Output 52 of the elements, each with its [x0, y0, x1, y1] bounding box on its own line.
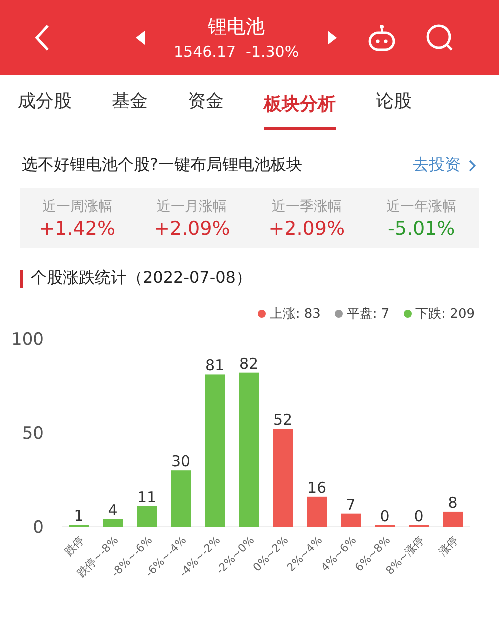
return-value: -5.01%	[388, 218, 456, 240]
y-tick-label: 50	[22, 424, 44, 444]
return-label: 近一季涨幅	[272, 198, 342, 216]
bar-value-label: 11	[137, 488, 157, 506]
return-value: +2.09%	[154, 218, 230, 240]
bar-value-label: 0	[414, 508, 424, 526]
chevron-right-icon[interactable]	[469, 160, 477, 172]
next-icon[interactable]	[327, 30, 338, 44]
bar	[171, 470, 191, 527]
promo-text: 选不好锂电池个股?一键布局锂电池板块	[22, 155, 304, 176]
tab[interactable]: 基金	[112, 79, 148, 127]
index-change: -1.30%	[246, 43, 300, 61]
tab[interactable]: 论股	[376, 79, 412, 127]
return-label: 近一年涨幅	[386, 198, 457, 216]
bar	[307, 496, 327, 527]
tab[interactable]: 板块分析	[264, 82, 336, 130]
bar-value-label: 7	[346, 496, 356, 514]
window-title: 锂电池	[208, 15, 266, 40]
y-tick-label: 100	[12, 330, 44, 350]
section-title: 个股涨跌统计（2022-07-08）	[31, 268, 252, 289]
return-value: +1.42%	[39, 218, 116, 240]
tab[interactable]: 资金	[188, 79, 224, 127]
index-price: 1546.17	[174, 43, 236, 61]
tab[interactable]: 成分股	[18, 79, 72, 127]
bar	[137, 506, 157, 527]
invest-link[interactable]: 去投资	[413, 155, 461, 176]
back-icon[interactable]	[34, 24, 50, 52]
robot-icon[interactable]	[367, 22, 398, 52]
legend-label: 下跌: 209	[416, 306, 475, 323]
bar-value-label: 81	[205, 356, 225, 375]
bar-value-label: 30	[171, 452, 191, 471]
bar-value-label: 4	[108, 501, 118, 520]
bar-value-label: 8	[448, 494, 458, 512]
x-category-label: 跌停	[62, 534, 88, 559]
y-tick-label: 0	[33, 518, 44, 538]
bar-value-label: 0	[380, 508, 390, 526]
x-category-label: 涨停	[436, 534, 462, 559]
bar	[443, 512, 463, 527]
search-icon[interactable]	[425, 22, 456, 52]
legend-label: 平盘: 7	[346, 306, 390, 323]
return-label: 近一周涨幅	[42, 198, 112, 216]
return-value: +2.09%	[268, 218, 346, 240]
bar-value-label: 52	[273, 411, 293, 430]
return-label: 近一月涨幅	[157, 198, 228, 216]
bar	[341, 514, 361, 527]
bar-value-label: 82	[239, 354, 259, 373]
previous-icon[interactable]	[136, 30, 146, 44]
bar	[103, 519, 123, 527]
bar-value-label: 16	[307, 478, 327, 497]
legend-label: 上涨: 83	[270, 306, 321, 323]
section-marker	[20, 270, 23, 288]
bar-value-label: 1	[74, 507, 84, 526]
